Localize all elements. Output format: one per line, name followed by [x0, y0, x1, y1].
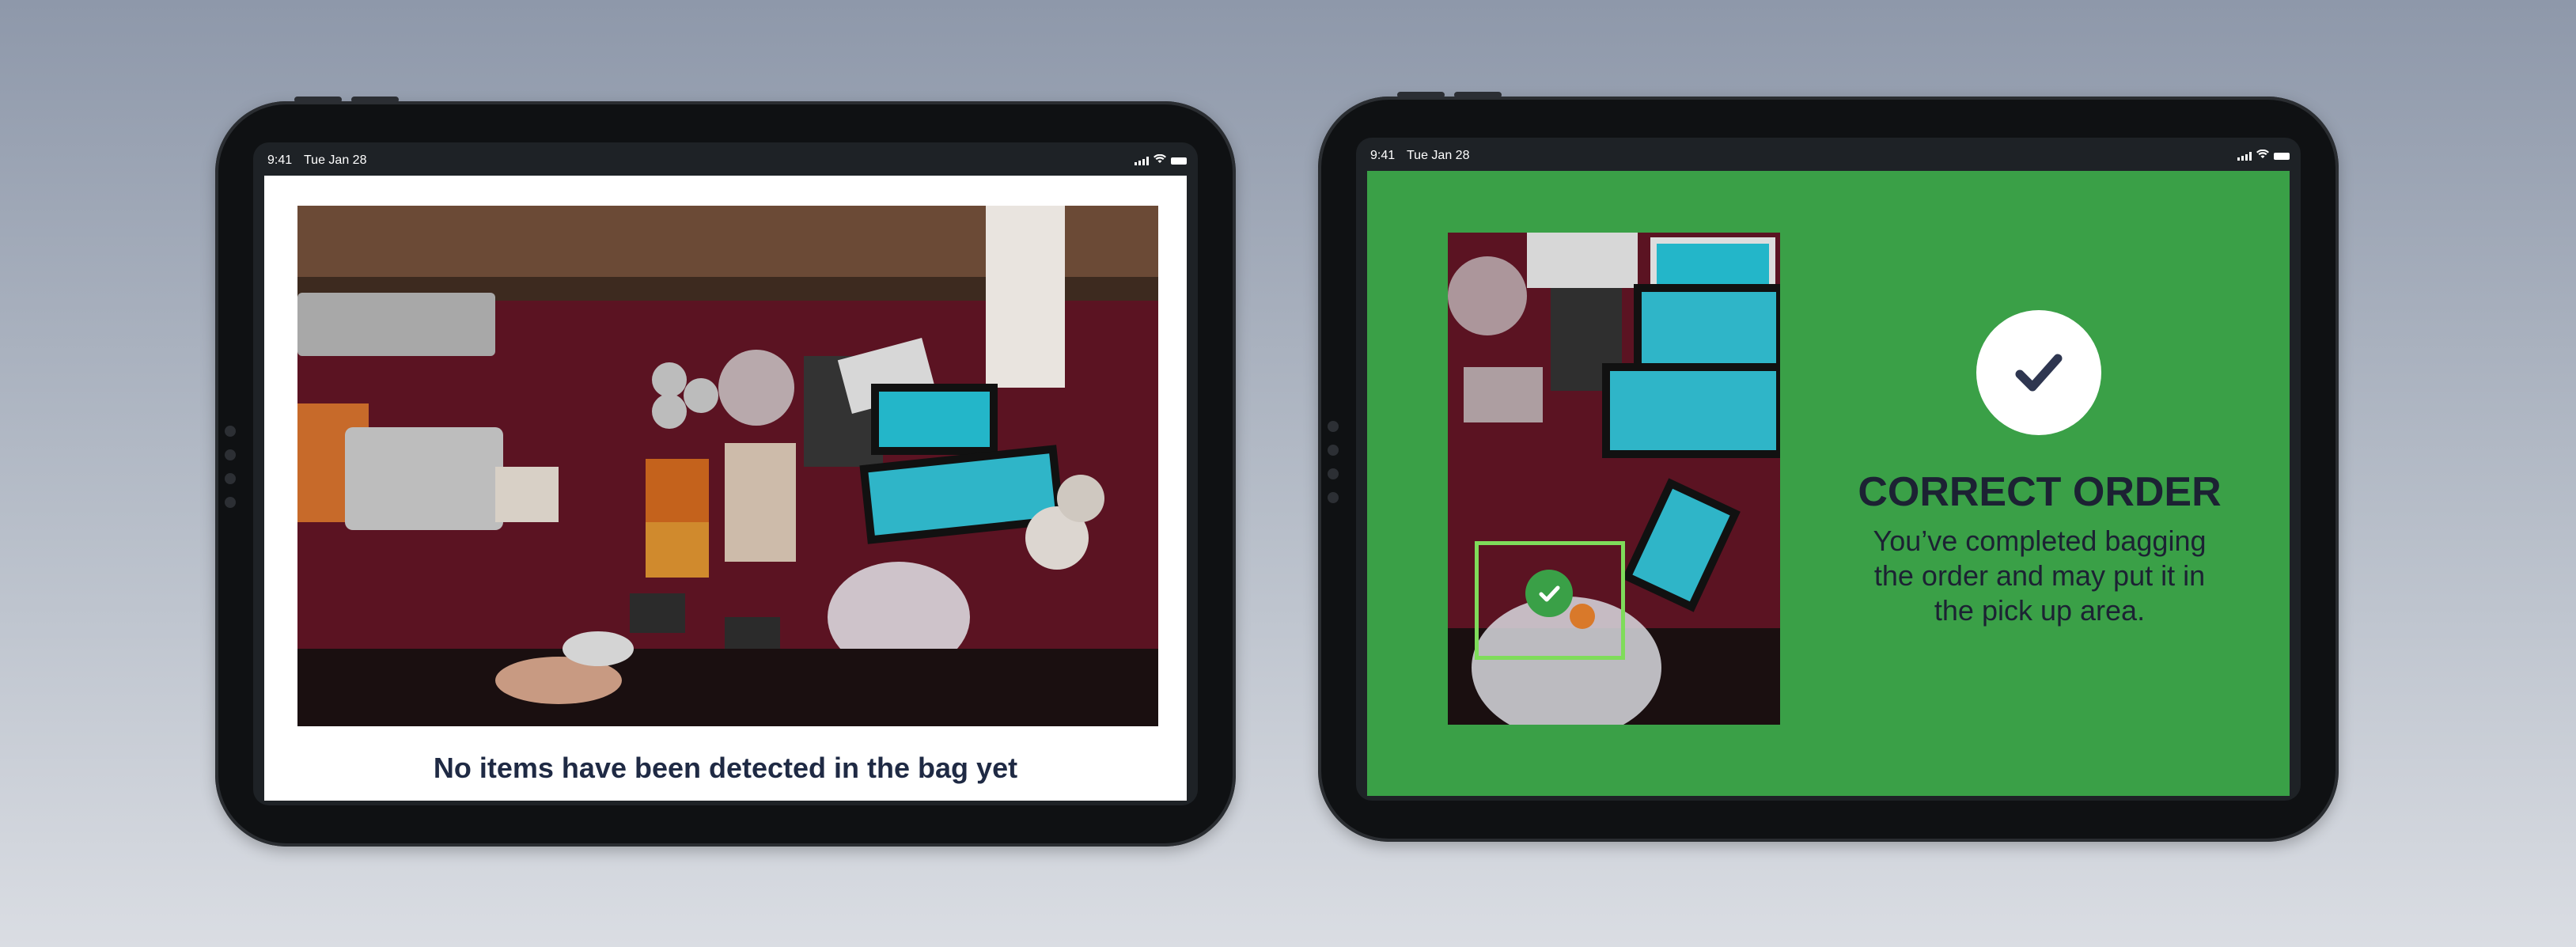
battery-icon [2274, 152, 2290, 160]
overhead-camera-feed [297, 206, 1158, 726]
right-ipad-frame: 9:41 Tue Jan 28 CORRECT ORDER You’ve com… [1318, 92, 2339, 842]
checkmark-icon [1976, 310, 2101, 435]
side-sensor [225, 449, 236, 460]
top-button [294, 97, 342, 103]
status-date: Tue Jan 28 [1407, 149, 1470, 162]
wifi-icon [1154, 153, 1166, 168]
side-sensor [225, 497, 236, 508]
left-screen: 9:41 Tue Jan 28 No items have been detec… [253, 142, 1198, 805]
top-button [351, 97, 399, 103]
cellular-signal-icon [2237, 151, 2252, 161]
left-ipad-frame: 9:41 Tue Jan 28 No items have been detec… [215, 97, 1236, 847]
overhead-camera-feed [1448, 233, 1780, 725]
status-icons [2237, 149, 2290, 163]
side-sensor [1328, 421, 1339, 432]
side-sensor [225, 426, 236, 437]
side-sensor [1328, 445, 1339, 456]
side-sensor [225, 473, 236, 484]
cellular-signal-icon [1135, 156, 1149, 165]
status-time: 9:41 [1370, 149, 1396, 162]
side-sensor [1328, 492, 1339, 503]
top-button [1454, 92, 1502, 98]
detection-status-message: No items have been detected in the bag y… [433, 752, 1018, 784]
top-button [1397, 92, 1445, 98]
counter-scene-image [297, 206, 1158, 726]
side-sensor [1328, 468, 1339, 479]
detection-check-icon [1525, 570, 1573, 617]
result-message: You’ve completed bagging the order and m… [1873, 525, 2207, 627]
status-icons [1135, 153, 1187, 168]
wifi-icon [2256, 149, 2269, 163]
status-bar: 9:41 Tue Jan 28 [253, 142, 1198, 174]
right-screen: 9:41 Tue Jan 28 CORRECT ORDER You’ve com… [1356, 138, 2301, 801]
result-title: CORRECT ORDER [1858, 469, 2222, 515]
success-panel: CORRECT ORDER You’ve completed bagging t… [1367, 171, 2290, 796]
battery-icon [1171, 157, 1187, 165]
status-bar: 9:41 Tue Jan 28 [1356, 138, 2301, 169]
scan-panel: No items have been detected in the bag y… [264, 176, 1187, 801]
status-time: 9:41 [267, 153, 293, 167]
status-date: Tue Jan 28 [304, 153, 367, 167]
